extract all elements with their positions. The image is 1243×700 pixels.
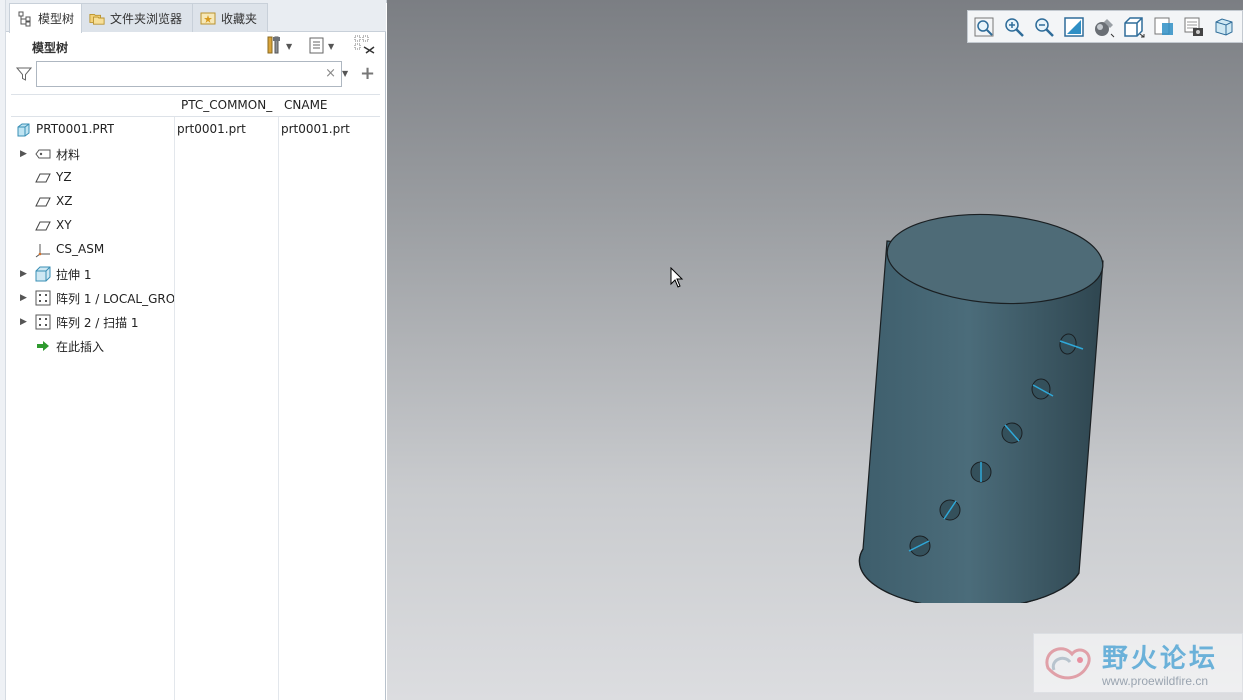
tree-filters-button[interactable] [354, 35, 376, 58]
chevron-down-icon: ▼ [286, 41, 293, 51]
display-filters-icon [1184, 17, 1203, 36]
expand-arrow-icon[interactable]: ▶ [20, 269, 27, 279]
tree-row-cs-asm[interactable]: CS_ASM [11, 238, 380, 262]
tree-row-xz[interactable]: XZ [11, 190, 380, 214]
zoom-out-icon [1035, 17, 1054, 37]
search-row: × ▼ + [6, 60, 386, 90]
saved-orientations-button[interactable] [1122, 15, 1146, 39]
tree-node-label: 拉伸 1 [56, 268, 92, 282]
tree-node-label: 材料 [56, 148, 81, 162]
material-icon [35, 146, 51, 162]
mouse-pointer-icon [670, 267, 684, 288]
datum-plane-icon [35, 218, 51, 234]
list-icon [308, 36, 326, 57]
tree-node-label: XZ [56, 194, 73, 208]
tree-node-label: 在此插入 [56, 340, 105, 354]
search-input[interactable] [37, 62, 317, 86]
forum-watermark: 野火论坛 www.proewildfire.cn [1033, 633, 1243, 693]
coordinate-system-icon [35, 242, 51, 258]
favorites-icon [200, 10, 216, 26]
expand-arrow-icon[interactable]: ▶ [20, 149, 27, 159]
tree-row-prt0001[interactable]: PRT0001.PRT prt0001.prt prt0001.prt [11, 118, 380, 142]
panel-title: 模型树 [32, 41, 69, 55]
show-button[interactable]: ▼ [308, 36, 334, 56]
tree-node-label: YZ [56, 170, 72, 184]
tree-row-extrude-1[interactable]: ▶ 拉伸 1 [11, 262, 380, 286]
tab-label: 收藏夹 [221, 11, 258, 26]
saved-orientations-icon [1124, 16, 1145, 37]
annotation-display-button[interactable] [1212, 15, 1236, 39]
tree-row-pattern-2[interactable]: ▶ 阵列 2 / 扫描 1 [11, 310, 380, 334]
render-style-button[interactable] [1092, 15, 1116, 39]
chevron-down-icon: ▼ [328, 41, 335, 51]
table-header: PTC_COMMON_ CNAME [11, 95, 380, 117]
search-options-chevron-down-icon[interactable]: ▼ [342, 69, 348, 78]
graphics-viewport[interactable]: 野火论坛 www.proewildfire.cn [387, 0, 1243, 700]
navigator-tab-strip: 模型树 文件夹浏览器 收藏夹 [6, 0, 386, 33]
filter-icon [15, 66, 33, 85]
tools-icon [264, 35, 284, 58]
tree-node-label: CS_ASM [56, 242, 105, 256]
view-manager-icon [1154, 17, 1173, 35]
pattern-icon [35, 314, 51, 330]
datum-plane-icon [35, 170, 51, 186]
pattern-icon [35, 290, 51, 306]
insert-here-icon [35, 338, 51, 354]
clear-icon[interactable]: × [325, 66, 336, 81]
refit-icon [974, 17, 994, 36]
tree-node-label: 阵列 2 / 扫描 1 [56, 316, 139, 330]
part-icon [15, 122, 31, 138]
repaint-icon [1064, 16, 1084, 37]
view-manager-button[interactable] [1152, 15, 1176, 39]
cylinder-model[interactable] [857, 213, 1107, 603]
zoom-in-icon [1005, 17, 1024, 37]
view-toolbar [967, 10, 1243, 43]
tree-row-material[interactable]: ▶ 材料 [11, 142, 380, 166]
refit-button[interactable] [972, 15, 996, 39]
tab-model-tree[interactable]: 模型树 [9, 3, 83, 33]
render-style-icon [1095, 18, 1115, 37]
folder-browser-icon [89, 10, 105, 26]
zoom-out-button[interactable] [1032, 15, 1056, 39]
cell-ptc-common: prt0001.prt [177, 122, 246, 136]
panel-header: 模型树 ▼ ▼ [6, 32, 386, 60]
expand-arrow-icon[interactable]: ▶ [20, 293, 27, 303]
watermark-title: 野火论坛 [1102, 644, 1219, 674]
tab-label: 模型树 [38, 12, 75, 26]
tree-node-label: 阵列 1 / LOCAL_GRO [56, 292, 174, 306]
datum-plane-icon [35, 194, 51, 210]
tree-row-yz[interactable]: YZ [11, 166, 380, 190]
tree-row-pattern-1[interactable]: ▶ 阵列 1 / LOCAL_GRO [11, 286, 380, 310]
tree-filter-icon [354, 35, 376, 58]
settings-button[interactable]: ▼ [264, 36, 292, 56]
add-icon[interactable]: + [360, 63, 375, 84]
watermark-url: www.proewildfire.cn [1102, 674, 1209, 688]
tree-node-label: XY [56, 218, 72, 232]
column-header-ptc-common[interactable]: PTC_COMMON_ [181, 98, 274, 112]
tab-folder-browser[interactable]: 文件夹浏览器 [81, 3, 193, 32]
cell-cname: prt0001.prt [281, 122, 350, 136]
navigator-panel: 模型树 文件夹浏览器 收藏夹 模型树 ▼ ▼ × ▼ + PTC_COMMON_… [0, 0, 386, 700]
tab-favorites[interactable]: 收藏夹 [192, 3, 268, 32]
forum-logo-icon [1045, 647, 1091, 680]
panel-frame-edge [0, 0, 6, 700]
tab-label: 文件夹浏览器 [110, 11, 183, 26]
model-tree-icon [17, 11, 33, 27]
zoom-in-button[interactable] [1002, 15, 1026, 39]
model-tree-table: PTC_COMMON_ CNAME PRT0001.PRT prt0001.pr… [11, 94, 380, 700]
tree-node-label: PRT0001.PRT [36, 122, 115, 136]
display-filters-button[interactable] [1182, 15, 1206, 39]
extrude-icon [35, 266, 51, 282]
column-header-cname[interactable]: CNAME [284, 98, 374, 112]
tree-row-insert-here[interactable]: 在此插入 [11, 334, 380, 358]
annotation-display-icon [1215, 17, 1233, 36]
expand-arrow-icon[interactable]: ▶ [20, 317, 27, 327]
tree-row-xy[interactable]: XY [11, 214, 380, 238]
search-box: × [36, 61, 342, 87]
repaint-button[interactable] [1062, 15, 1086, 39]
